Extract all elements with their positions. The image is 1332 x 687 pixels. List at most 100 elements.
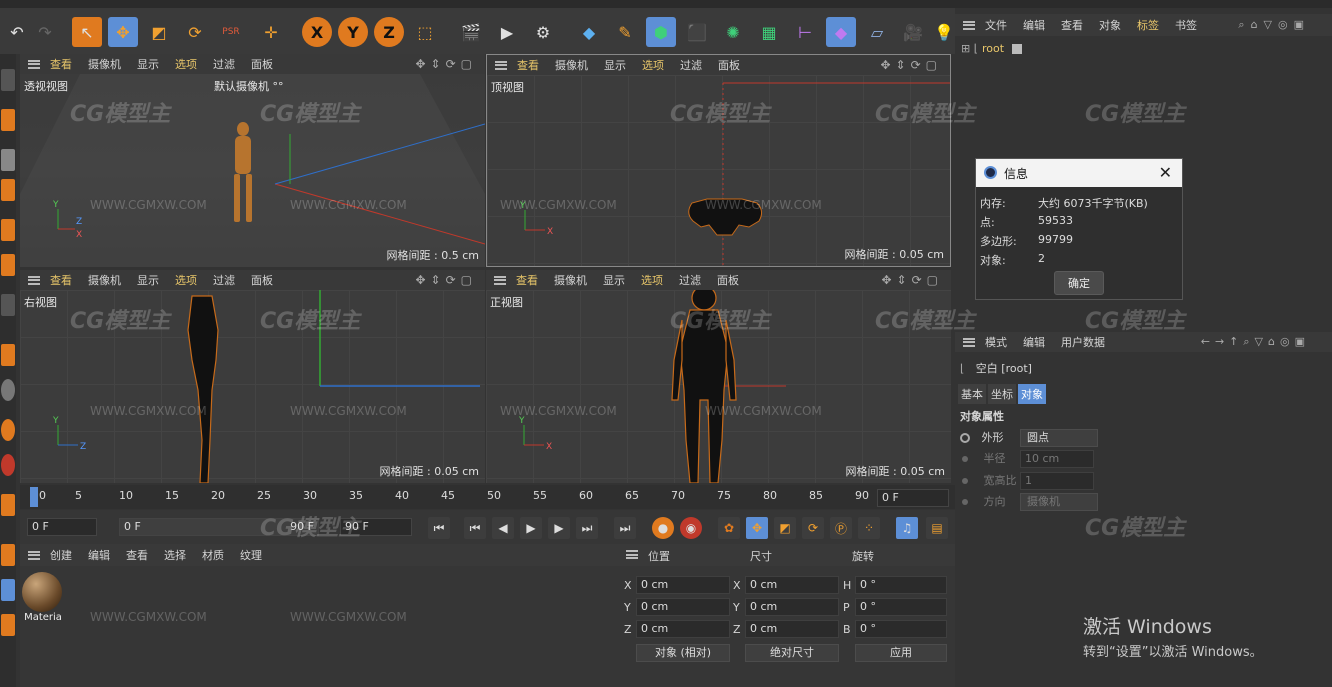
- undo-icon[interactable]: ↶: [2, 17, 32, 47]
- range-slider[interactable]: 0 F 90 F: [119, 518, 319, 536]
- menu-icon[interactable]: [28, 59, 40, 69]
- animate-dot-icon[interactable]: [960, 433, 970, 443]
- vp-menu-options[interactable]: 选项: [641, 272, 663, 288]
- vp-menu-panel[interactable]: 面板: [718, 57, 740, 73]
- extrude-icon[interactable]: ⬛: [682, 17, 712, 47]
- model-mode-icon[interactable]: [1, 109, 15, 131]
- attr-menu-userdata[interactable]: 用户数据: [1061, 334, 1105, 350]
- vp-menu-panel[interactable]: 面板: [251, 272, 273, 288]
- vp-menu-filter[interactable]: 过滤: [213, 272, 235, 288]
- vp-menu-display[interactable]: 显示: [603, 272, 625, 288]
- viewport-canvas[interactable]: Y X 顶视图 网格间距 : 0.05 cm: [487, 75, 950, 266]
- object-name[interactable]: root: [982, 42, 1004, 55]
- autokey-icon[interactable]: ◉: [680, 517, 702, 539]
- obj-menu-tags[interactable]: 标签: [1137, 17, 1159, 33]
- aspect-field[interactable]: 1: [1020, 472, 1094, 490]
- viewport-canvas[interactable]: Y Z 右视图 网格间距 : 0.05 cm: [20, 290, 485, 483]
- render-view-icon[interactable]: 🎬: [456, 17, 486, 47]
- key-pla-icon[interactable]: ⁘: [858, 517, 880, 539]
- make-editable-icon[interactable]: [1, 69, 15, 91]
- size-z-field[interactable]: 0 cm: [745, 620, 839, 638]
- ok-button[interactable]: 确定: [1054, 271, 1104, 295]
- menu-icon[interactable]: [495, 60, 507, 70]
- field-icon[interactable]: ◆: [826, 17, 856, 47]
- key-position-icon[interactable]: ✥: [746, 517, 768, 539]
- mat-menu-select[interactable]: 选择: [164, 547, 186, 563]
- layer-dot-icon[interactable]: [1012, 43, 1023, 54]
- viewport-canvas[interactable]: Y X 正视图 网格间距 : 0.05 cm: [486, 290, 951, 483]
- menu-icon[interactable]: [963, 20, 975, 30]
- points-mode-icon[interactable]: [1, 179, 15, 201]
- current-frame-field[interactable]: 0 F: [877, 489, 949, 507]
- vp-menu-display[interactable]: 显示: [137, 56, 159, 72]
- keyframe-selection-icon[interactable]: ✿: [718, 517, 740, 539]
- select-tool-icon[interactable]: ↖: [72, 17, 102, 47]
- light-icon[interactable]: 💡: [934, 17, 954, 47]
- vp-menu-view[interactable]: 查看: [516, 272, 538, 288]
- key-rotation-icon[interactable]: ⟳: [802, 517, 824, 539]
- timeline-playhead[interactable]: [30, 487, 38, 507]
- mat-menu-texture[interactable]: 纹理: [240, 547, 262, 563]
- material-swatch[interactable]: Materia: [22, 572, 64, 624]
- viewport-nav-icons[interactable]: ✥⇕⟳▢: [415, 57, 477, 71]
- mat-menu-edit[interactable]: 编辑: [88, 547, 110, 563]
- z-axis-lock-icon[interactable]: Z: [374, 17, 404, 47]
- viewport-nav-icons[interactable]: ✥⇕⟳▢: [881, 273, 943, 287]
- vp-menu-camera[interactable]: 摄像机: [554, 272, 587, 288]
- mat-menu-material[interactable]: 材质: [202, 547, 224, 563]
- vp-menu-options[interactable]: 选项: [175, 272, 197, 288]
- vp-menu-camera[interactable]: 摄像机: [555, 57, 588, 73]
- vp-menu-view[interactable]: 查看: [50, 56, 72, 72]
- y-axis-lock-icon[interactable]: Y: [338, 17, 368, 47]
- end-frame-field[interactable]: 90 F: [340, 518, 412, 536]
- vp-menu-view[interactable]: 查看: [517, 57, 539, 73]
- object-search-icons[interactable]: ⌕⌂▽◎▣: [1238, 18, 1310, 32]
- redo-icon[interactable]: ↷: [30, 17, 60, 47]
- menu-icon[interactable]: [28, 275, 40, 285]
- next-frame-icon[interactable]: ▶: [548, 517, 570, 539]
- uv-mode-icon[interactable]: [1, 294, 15, 316]
- bodypaint-icon[interactable]: [1, 614, 15, 636]
- tab-object[interactable]: 对象: [1018, 384, 1046, 404]
- menu-icon[interactable]: [626, 550, 638, 559]
- render-picture-icon[interactable]: ▶: [492, 17, 522, 47]
- x-axis-lock-icon[interactable]: X: [302, 17, 332, 47]
- menu-icon[interactable]: [963, 337, 975, 347]
- cloner-icon[interactable]: ▦: [754, 17, 784, 47]
- obj-menu-view[interactable]: 查看: [1061, 17, 1083, 33]
- rot-b-field[interactable]: 0 °: [855, 620, 947, 638]
- texture-mode-icon[interactable]: [1, 149, 15, 171]
- pos-x-field[interactable]: 0 cm: [636, 576, 730, 594]
- snap-icon[interactable]: [1, 379, 15, 401]
- key-param-icon[interactable]: Ⓟ: [830, 517, 852, 539]
- solo-icon[interactable]: [1, 494, 15, 516]
- attr-menu-edit[interactable]: 编辑: [1023, 334, 1045, 350]
- polygons-mode-icon[interactable]: [1, 254, 15, 276]
- camera-icon[interactable]: 🎥: [898, 17, 928, 47]
- workplane-icon[interactable]: [1, 419, 15, 441]
- deformer-icon[interactable]: ⊢: [790, 17, 820, 47]
- move-tool-icon[interactable]: ✥: [108, 17, 138, 47]
- obj-menu-object[interactable]: 对象: [1099, 17, 1121, 33]
- go-start-icon[interactable]: ⏮: [428, 517, 450, 539]
- floor-icon[interactable]: ▱: [862, 17, 892, 47]
- tab-coord[interactable]: 坐标: [988, 384, 1016, 404]
- start-frame-field[interactable]: 0 F: [27, 518, 97, 536]
- obj-menu-bookmarks[interactable]: 书签: [1175, 17, 1197, 33]
- vp-menu-filter[interactable]: 过滤: [680, 57, 702, 73]
- record-icon[interactable]: ●: [652, 517, 674, 539]
- timeline-ruler[interactable]: 0 5 10 15 20 25 30 35 40 45 50 55 60 65 …: [20, 485, 955, 509]
- pos-z-field[interactable]: 0 cm: [636, 620, 730, 638]
- play-icon[interactable]: ▶: [520, 517, 542, 539]
- apply-button[interactable]: 应用: [855, 644, 947, 662]
- menu-icon[interactable]: [28, 550, 40, 560]
- shape-dropdown[interactable]: 圆点: [1020, 429, 1098, 447]
- vp-menu-options[interactable]: 选项: [175, 56, 197, 72]
- cube-icon[interactable]: ◆: [574, 17, 604, 47]
- vp-menu-camera[interactable]: 摄像机: [88, 56, 121, 72]
- vp-menu-panel[interactable]: 面板: [251, 56, 273, 72]
- sound-icon[interactable]: ♫: [896, 517, 918, 539]
- rot-p-field[interactable]: 0 °: [855, 598, 947, 616]
- pen-icon[interactable]: ✎: [610, 17, 640, 47]
- object-row-root[interactable]: ⊞ ⌊ root: [961, 42, 1023, 55]
